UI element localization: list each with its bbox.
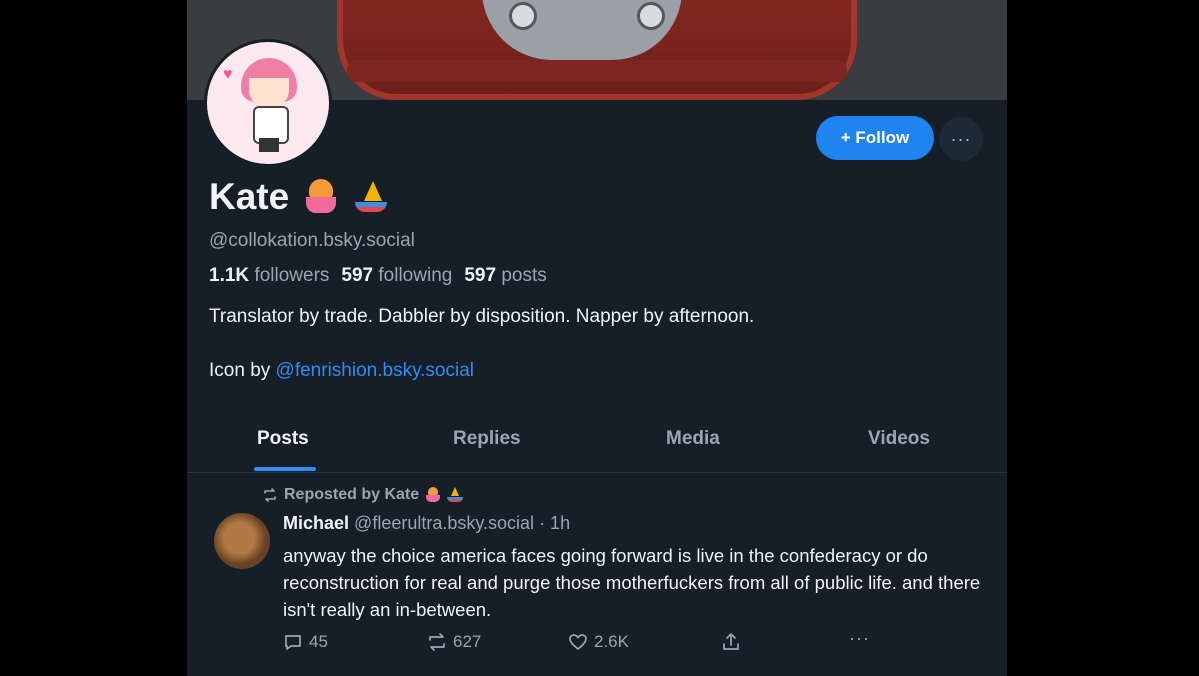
sailboat-emoji-icon bbox=[447, 487, 464, 503]
repost-button[interactable]: 627 bbox=[427, 632, 481, 652]
bio-credit-prefix: Icon by bbox=[209, 360, 276, 381]
like-button[interactable]: 2.6K bbox=[568, 632, 629, 652]
repost-label: Reposted by Kate bbox=[284, 486, 420, 503]
more-icon: ··· bbox=[950, 128, 972, 149]
reply-button[interactable]: 45 bbox=[283, 632, 328, 652]
display-name: Kate bbox=[209, 176, 389, 218]
banner-frog-eye bbox=[637, 2, 665, 30]
avatar-face bbox=[249, 78, 289, 108]
like-count: 2.6K bbox=[594, 632, 629, 651]
bio-icon-credit: Icon by @fenrishion.bsky.social bbox=[209, 360, 474, 382]
sailboat-emoji-icon bbox=[353, 179, 389, 215]
reply-count: 45 bbox=[309, 632, 328, 651]
share-icon bbox=[723, 633, 739, 650]
like-icon bbox=[569, 634, 587, 650]
banner-pot-rim bbox=[347, 60, 847, 82]
following-count: 597 bbox=[341, 265, 374, 286]
followers-stat[interactable]: 1.1K followers bbox=[209, 265, 329, 287]
tab-media[interactable]: Media bbox=[666, 428, 720, 450]
repost-count: 627 bbox=[453, 632, 482, 651]
profile-handle: @collokation.bsky.social bbox=[209, 230, 415, 251]
banner-frog-eye bbox=[509, 2, 537, 30]
display-name-text: Kate bbox=[209, 176, 290, 217]
post-author-avatar[interactable] bbox=[214, 513, 270, 569]
post-text: anyway the choice america faces going fo… bbox=[283, 545, 981, 620]
post-author-name[interactable]: Michael bbox=[283, 513, 349, 533]
posts-stat: 597 posts bbox=[464, 265, 546, 287]
tab-replies[interactable]: Replies bbox=[453, 428, 521, 450]
profile-stats: 1.1K followers 597 following 597 posts bbox=[209, 265, 547, 287]
octopus-emoji-icon bbox=[303, 179, 339, 215]
profile-tabs: Posts Replies Media Videos bbox=[187, 412, 1007, 473]
repost-icon bbox=[429, 633, 445, 651]
reply-icon bbox=[285, 635, 301, 650]
active-tab-indicator bbox=[254, 467, 316, 471]
octopus-emoji-icon bbox=[425, 487, 441, 503]
share-button[interactable] bbox=[721, 632, 741, 652]
repost-small-icon bbox=[264, 488, 276, 502]
more-icon: ··· bbox=[849, 628, 870, 648]
followers-label: followers bbox=[254, 265, 330, 286]
post-author-handle[interactable]: @fleerultra.bsky.social bbox=[354, 513, 534, 533]
avatar-legs bbox=[259, 138, 279, 152]
following-label: following bbox=[378, 265, 453, 286]
post-more-button[interactable]: ··· bbox=[849, 628, 870, 649]
bio-mention-link[interactable]: @fenrishion.bsky.social bbox=[276, 360, 474, 381]
profile-more-button[interactable]: ··· bbox=[939, 117, 983, 161]
bio-line: Translator by trade. Dabbler by disposit… bbox=[209, 306, 755, 327]
follow-button-label: + Follow bbox=[840, 128, 910, 147]
followers-count: 1.1K bbox=[209, 265, 250, 286]
profile-avatar[interactable]: ♥ bbox=[204, 39, 332, 167]
tab-posts[interactable]: Posts bbox=[257, 428, 309, 450]
posts-count: 597 bbox=[464, 265, 497, 286]
tab-videos[interactable]: Videos bbox=[868, 428, 930, 450]
post-timestamp[interactable]: · 1h bbox=[539, 513, 570, 533]
following-stat[interactable]: 597 following bbox=[341, 265, 452, 287]
post-header: Michael @fleerultra.bsky.social · 1h bbox=[283, 513, 570, 534]
repost-indicator[interactable]: Reposted by Kate bbox=[262, 486, 464, 504]
posts-label: posts bbox=[501, 265, 547, 286]
profile-page: ♥ + Follow ··· Kate @collokation.bsky.so… bbox=[187, 0, 1007, 676]
heart-icon: ♥ bbox=[223, 66, 233, 83]
follow-button[interactable]: + Follow bbox=[816, 116, 934, 160]
post-actions: 45 627 2.6K ··· bbox=[283, 628, 883, 656]
